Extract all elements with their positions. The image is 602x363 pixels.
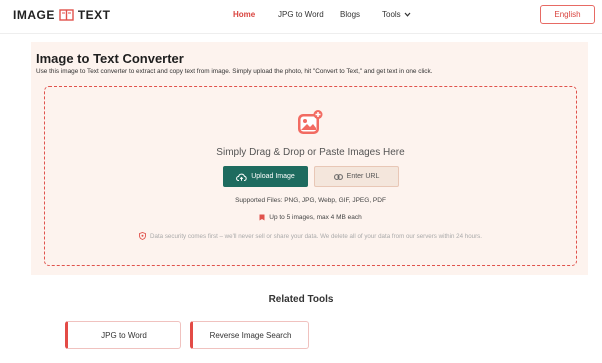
upload-image-label: Upload Image [251, 173, 295, 180]
nav-blogs[interactable]: Blogs [340, 10, 360, 19]
link-icon [333, 173, 343, 180]
page-description: Use this image to Text converter to extr… [36, 68, 433, 75]
security-note: Data security comes first – we'll never … [45, 232, 576, 242]
related-tool-label: Reverse Image Search [209, 330, 292, 340]
enter-url-label: Enter URL [346, 173, 380, 180]
upload-limit-text: Up to 5 images, max 4 MB each [269, 214, 362, 221]
enter-url-button[interactable]: Enter URL [314, 166, 399, 187]
related-tools-title: Related Tools [268, 294, 334, 305]
logo-text-left: IMAGE [13, 8, 55, 22]
converter-card: Image to Text Converter Use this image t… [31, 42, 588, 275]
cloud-upload-icon [236, 173, 247, 181]
nav-tools-label: Tools [382, 10, 401, 19]
page-title: Image to Text Converter [36, 51, 184, 66]
upload-limit: Up to 5 images, max 4 MB each [45, 214, 576, 223]
upload-image-button[interactable]: Upload Image [223, 166, 308, 187]
image-upload-icon [296, 109, 324, 137]
language-select[interactable]: English [540, 5, 595, 24]
logo-text-right: TEXT [77, 8, 111, 22]
related-tool-reverse-image-search[interactable]: Reverse Image Search [190, 321, 309, 349]
language-label: English [554, 10, 581, 19]
logo-icon [59, 9, 74, 21]
nav-tools[interactable]: Tools [382, 10, 411, 19]
site-header: IMAGE TEXT Home JPG to Word Blogs Tools … [0, 0, 602, 34]
related-tool-label: JPG to Word [101, 330, 147, 340]
site-logo[interactable]: IMAGE TEXT [13, 8, 111, 22]
nav-jpg-to-word[interactable]: JPG to Word [278, 10, 324, 19]
supported-files-text: Supported Files: PNG, JPG, Webp, GIF, JP… [235, 197, 386, 204]
nav-home[interactable]: Home [233, 10, 255, 19]
bookmark-icon [259, 214, 265, 221]
chevron-down-icon [404, 12, 411, 17]
dropzone-prompt: Simply Drag & Drop or Paste Images Here [216, 147, 405, 158]
security-note-text: Data security comes first – we'll never … [150, 232, 482, 240]
related-tool-jpg-to-word[interactable]: JPG to Word [65, 321, 181, 349]
image-dropzone[interactable]: Simply Drag & Drop or Paste Images Here … [44, 86, 577, 266]
shield-icon [139, 232, 146, 240]
